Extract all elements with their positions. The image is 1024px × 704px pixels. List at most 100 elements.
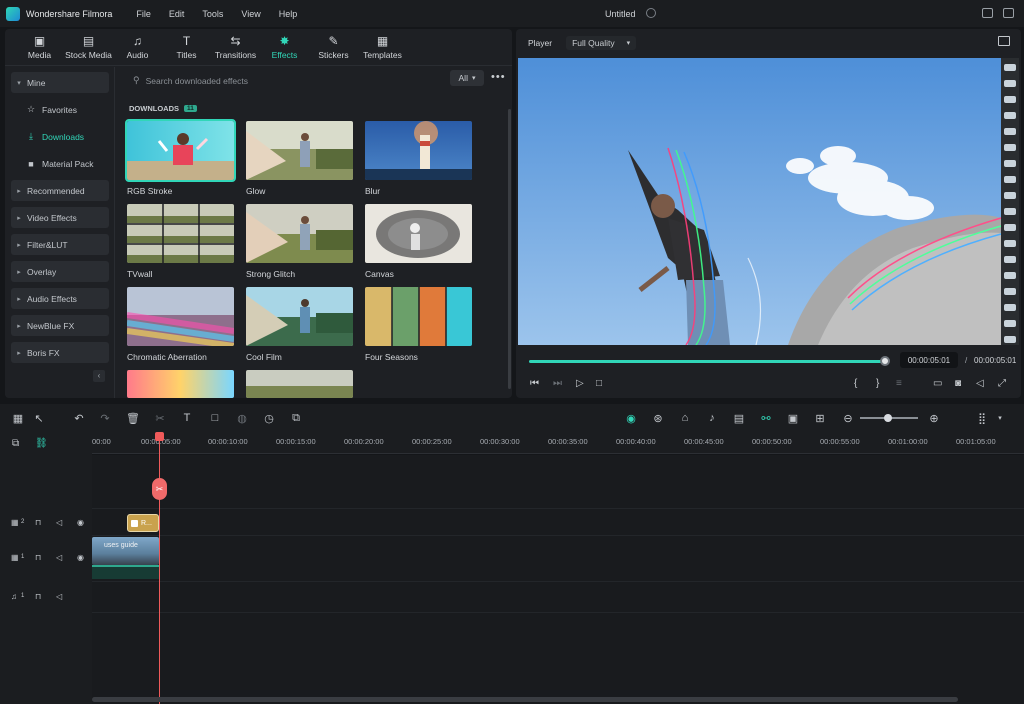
lock-icon[interactable]: ⊓ — [35, 553, 41, 562]
zoom-in-icon[interactable]: ⊕ — [928, 412, 940, 425]
effect-four-seasons[interactable]: Four Seasons — [365, 287, 472, 362]
menu-edit[interactable]: Edit — [169, 9, 185, 19]
snapshot-view-icon[interactable] — [998, 36, 1010, 46]
fit-timeline-icon[interactable]: ⊞ — [814, 412, 826, 425]
more-options-icon[interactable]: ••• — [491, 71, 506, 83]
mute-icon[interactable]: ◁ — [56, 592, 62, 601]
render-preview-icon[interactable]: ⊛ — [652, 412, 664, 425]
video-clip[interactable]: uses guide — [92, 537, 159, 565]
playback-scrubber[interactable] — [880, 356, 890, 366]
split-scissors-icon[interactable]: ✂ — [152, 478, 167, 500]
sidebar-item-recommended[interactable]: ▸ Recommended — [11, 180, 109, 201]
sidebar-item-favorites[interactable]: ☆ Favorites — [11, 99, 109, 120]
effect-clip[interactable]: R... — [127, 514, 159, 532]
tab-titles[interactable]: T Titles — [162, 29, 211, 66]
layout-icon[interactable] — [982, 8, 993, 18]
effect-blur[interactable]: Blur — [365, 121, 472, 196]
sidebar-item-material-pack[interactable]: ■ Material Pack — [11, 153, 109, 174]
search-input[interactable]: Search downloaded effects — [146, 76, 248, 86]
marker-dropdown-icon[interactable]: ≡ — [896, 378, 902, 389]
link-icon[interactable]: ⛓ — [35, 438, 48, 449]
eye-icon[interactable]: ◉ — [77, 553, 84, 562]
menu-tools[interactable]: Tools — [202, 9, 223, 19]
sidebar-item-filter-lut[interactable]: ▸ Filter&LUT — [11, 234, 109, 255]
effect-rgb-stroke[interactable]: RGB Stroke — [125, 119, 236, 196]
zoom-out-icon[interactable]: ⊖ — [842, 412, 854, 425]
filter-dropdown[interactable]: All ▾ — [450, 70, 484, 86]
save-icon[interactable] — [1003, 8, 1014, 18]
library-scrollbar[interactable] — [508, 109, 511, 389]
layout-grid-icon[interactable]: ▦ — [12, 412, 24, 425]
audio-mixer-icon[interactable]: ▤ — [733, 412, 745, 425]
effect-cool-film[interactable]: Cool Film — [246, 287, 353, 362]
redo-icon[interactable]: ↷ — [99, 412, 111, 425]
menu-view[interactable]: View — [241, 9, 260, 19]
tab-audio[interactable]: ♫ Audio — [113, 29, 162, 66]
next-frame-icon[interactable]: ⏭ — [553, 378, 562, 389]
stabilize-icon[interactable]: ⧉ — [290, 412, 302, 424]
display-settings-icon[interactable]: ▭ — [933, 378, 942, 389]
quality-dropdown[interactable]: Full Quality ▾ — [566, 36, 637, 50]
tab-stock-media[interactable]: ▤ Stock Media — [64, 29, 113, 66]
mute-icon[interactable]: ◁ — [56, 518, 62, 527]
sidebar-item-overlay[interactable]: ▸ Overlay — [11, 261, 109, 282]
audio-waveform-clip[interactable] — [92, 565, 159, 579]
marker-icon[interactable]: ⌂ — [679, 412, 691, 424]
zoom-slider-handle[interactable] — [884, 414, 892, 422]
sidebar-item-video-effects[interactable]: ▸ Video Effects — [11, 207, 109, 228]
sidebar-item-audio-effects[interactable]: ▸ Audio Effects — [11, 288, 109, 309]
video-preview[interactable] — [518, 58, 1019, 345]
chevron-down-icon[interactable]: ▾ — [994, 412, 1006, 424]
eye-icon[interactable]: ◉ — [77, 518, 84, 527]
tab-transitions[interactable]: ⇆ Transitions — [211, 29, 260, 66]
mark-out-icon[interactable]: } — [876, 378, 879, 389]
snap-icon[interactable]: ⚯ — [760, 412, 772, 425]
playback-progress-bar[interactable] — [529, 360, 886, 363]
current-time[interactable]: 00:00:05:01 — [900, 352, 958, 368]
search-bar[interactable]: ⚲ Search downloaded effects — [133, 75, 248, 86]
effect-strong-glitch[interactable]: Strong Glitch — [246, 204, 353, 279]
sidebar-item-downloads[interactable]: ⤓ Downloads — [11, 126, 109, 147]
effect-glow[interactable]: Glow — [246, 121, 353, 196]
lock-icon[interactable]: ⊓ — [35, 592, 41, 601]
effect-partial-1[interactable] — [127, 370, 234, 398]
fullscreen-icon[interactable]: ⤢ — [998, 378, 1006, 389]
add-track-icon[interactable]: ⧉ — [12, 438, 19, 449]
sidebar-item-newblue-fx[interactable]: ▸ NewBlue FX — [11, 315, 109, 336]
mute-icon[interactable]: ◁ — [56, 553, 62, 562]
select-tool-icon[interactable]: ↖ — [33, 412, 45, 425]
lock-icon[interactable]: ⊓ — [35, 518, 41, 527]
tab-effects[interactable]: ✸ Effects — [260, 29, 309, 66]
menu-help[interactable]: Help — [279, 9, 298, 19]
color-palette-icon[interactable]: ◍ — [236, 412, 248, 425]
timeline-horizontal-scrollbar[interactable] — [92, 697, 958, 702]
sidebar-item-boris-fx[interactable]: ▸ Boris FX — [11, 342, 109, 363]
play-icon[interactable]: ▷ — [576, 378, 584, 389]
text-tool-icon[interactable]: T — [181, 412, 193, 424]
collapse-sidebar-icon[interactable]: ‹ — [93, 370, 105, 382]
crop-icon[interactable]: □ — [209, 412, 221, 424]
cut-icon[interactable]: ✂ — [154, 412, 166, 425]
menu-file[interactable]: File — [136, 9, 151, 19]
tab-stickers[interactable]: ✎ Stickers — [309, 29, 358, 66]
delete-icon[interactable]: 🗑 — [126, 412, 140, 425]
speed-icon[interactable]: ◷ — [263, 412, 275, 425]
stop-icon[interactable]: □ — [596, 378, 602, 389]
effect-canvas[interactable]: Canvas — [365, 204, 472, 279]
effect-chromatic-aberration[interactable]: Chromatic Aberration — [127, 287, 234, 362]
effect-partial-2[interactable] — [246, 370, 353, 398]
microphone-icon[interactable]: ♪ — [706, 412, 718, 424]
tab-templates[interactable]: ▦ Templates — [358, 29, 407, 66]
volume-icon[interactable]: ◁ — [976, 378, 984, 389]
playhead-handle[interactable] — [155, 432, 164, 441]
previous-frame-icon[interactable]: ⏮ — [530, 378, 539, 389]
sidebar-item-mine[interactable]: ▾ Mine — [11, 72, 109, 93]
tab-media[interactable]: ▣ Media — [15, 29, 64, 66]
mark-in-icon[interactable]: { — [854, 378, 857, 389]
effect-tvwall[interactable]: TVwall — [127, 204, 234, 279]
undo-icon[interactable]: ↶ — [73, 412, 85, 425]
camera-snapshot-icon[interactable]: ◙ — [955, 378, 961, 389]
pip-icon[interactable]: ▣ — [787, 412, 799, 425]
timeline-tracks[interactable] — [92, 455, 1024, 704]
auto-highlight-icon[interactable]: ◉ — [625, 412, 637, 425]
